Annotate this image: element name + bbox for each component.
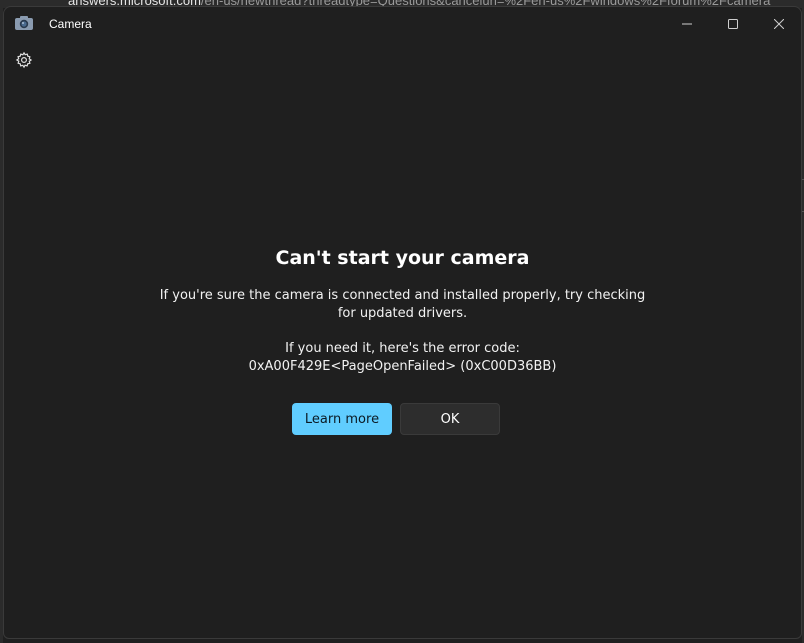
dialog-buttons: Learn more OK bbox=[292, 403, 502, 435]
camera-icon bbox=[14, 15, 34, 31]
dialog-title: Can't start your camera bbox=[275, 247, 530, 269]
title-bar[interactable]: Camera bbox=[4, 7, 801, 41]
error-code: 0xA00F429E<PageOpenFailed> (0xC00D36BB) bbox=[248, 359, 557, 374]
minimize-button[interactable] bbox=[664, 7, 710, 41]
learn-more-button[interactable]: Learn more bbox=[292, 403, 392, 435]
dialog-message: If you're sure the camera is connected a… bbox=[159, 288, 646, 321]
window-title: Camera bbox=[49, 17, 92, 31]
gear-icon bbox=[15, 51, 33, 69]
minimize-icon bbox=[682, 23, 692, 25]
settings-button[interactable] bbox=[13, 49, 35, 71]
maximize-icon bbox=[728, 19, 738, 29]
maximize-button[interactable] bbox=[710, 7, 756, 41]
error-code-label: If you need it, here's the error code: bbox=[285, 341, 520, 356]
camera-window: Camera Can't start your camera If you're… bbox=[3, 6, 802, 639]
close-icon bbox=[774, 19, 784, 29]
error-dialog: Can't start your camera If you're sure t… bbox=[4, 245, 801, 376]
ok-button[interactable]: OK bbox=[400, 403, 500, 435]
close-button[interactable] bbox=[756, 7, 802, 41]
